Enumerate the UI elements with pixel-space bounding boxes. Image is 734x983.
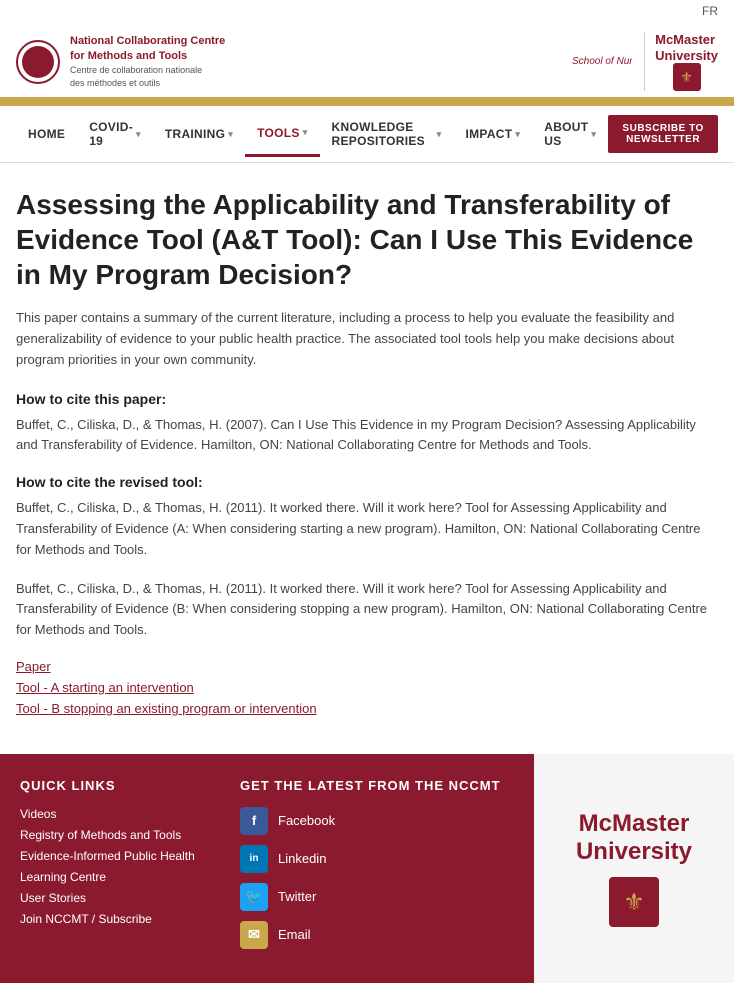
nav-impact[interactable]: IMPACT ▾: [454, 113, 533, 155]
cite-tool-a-text: Buffet, C., Ciliska, D., & Thomas, H. (2…: [16, 498, 718, 560]
footer-link-join[interactable]: Join NCCMT / Subscribe: [20, 912, 200, 926]
logo-brand: National Collaborating Centrefor Methods…: [70, 34, 225, 65]
main-content: Assessing the Applicability and Transfer…: [0, 163, 734, 754]
footer-crest: ⚜: [609, 877, 659, 927]
twitter-label: Twitter: [278, 889, 316, 904]
main-nav: HOME COVID-19 ▾ TRAINING ▾ TOOLS ▾ KNOWL…: [0, 106, 734, 163]
footer-latest: GET THE LATEST FROM THE NCCMT f Facebook…: [220, 754, 534, 983]
logo-text: National Collaborating Centrefor Methods…: [70, 34, 225, 90]
header: National Collaborating Centrefor Methods…: [0, 22, 734, 100]
social-email[interactable]: ✉ Email: [240, 921, 514, 949]
quick-links-heading: QUICK LINKS: [20, 778, 200, 793]
subscribe-button[interactable]: SUBSCRIBE TO NEWSLETTER: [608, 115, 718, 153]
school-nursing-logo: School of Nursing: [572, 51, 632, 72]
footer-link-videos[interactable]: Videos: [20, 807, 200, 821]
nav-subscribe: SUBSCRIBE TO NEWSLETTER: [608, 115, 718, 153]
social-linkedin[interactable]: in Linkedin: [240, 845, 514, 873]
svg-text:School of Nursing: School of Nursing: [572, 56, 632, 67]
footer: QUICK LINKS Videos Registry of Methods a…: [0, 754, 734, 983]
email-label: Email: [278, 927, 311, 942]
school-label: School of Nursing: [572, 51, 632, 72]
mcmaster-text: McMasterUniversity: [655, 32, 718, 63]
nav-home[interactable]: HOME: [16, 113, 77, 155]
email-icon: ✉: [240, 921, 268, 949]
linkedin-icon: in: [240, 845, 268, 873]
nav-training[interactable]: TRAINING ▾: [153, 113, 245, 155]
crest-emblem-icon: ⚜: [623, 888, 645, 917]
footer-link-registry[interactable]: Registry of Methods and Tools: [20, 828, 200, 842]
social-twitter[interactable]: 🐦 Twitter: [240, 883, 514, 911]
lang-switcher: FR: [0, 0, 734, 22]
footer-latest-heading: GET THE LATEST FROM THE NCCMT: [240, 778, 514, 793]
footer-mcmaster: McMasterUniversity ⚜: [534, 754, 734, 983]
footer-link-user-stories[interactable]: User Stories: [20, 891, 200, 905]
chevron-down-icon: ▾: [437, 129, 442, 140]
mcmaster-crest: ⚜: [673, 63, 701, 91]
mcmaster-logo: McMasterUniversity ⚜: [644, 32, 718, 91]
lang-label[interactable]: FR: [702, 4, 718, 18]
nav-knowledge[interactable]: KNOWLEDGE REPOSITORIES ▾: [320, 106, 454, 162]
chevron-down-icon: ▾: [515, 129, 520, 140]
footer-mcmaster-text: McMasterUniversity: [576, 810, 692, 868]
link-paper[interactable]: Paper: [16, 659, 718, 674]
partner-logos: School of Nursing McMasterUniversity ⚜: [572, 32, 718, 91]
cite-tool-b-text: Buffet, C., Ciliska, D., & Thomas, H. (2…: [16, 579, 718, 641]
cite-tool-heading: How to cite the revised tool:: [16, 474, 718, 490]
page-title: Assessing the Applicability and Transfer…: [16, 187, 718, 292]
cite-paper-heading: How to cite this paper:: [16, 391, 718, 407]
nav-tools[interactable]: TOOLS ▾: [245, 112, 319, 157]
crest-icon: ⚜: [680, 69, 693, 86]
logo-circle: [16, 40, 60, 84]
chevron-down-icon: ▾: [136, 129, 141, 140]
chevron-down-icon: ▾: [303, 127, 308, 138]
facebook-label: Facebook: [278, 813, 335, 828]
chevron-down-icon: ▾: [228, 129, 233, 140]
facebook-icon: f: [240, 807, 268, 835]
nav-covid[interactable]: COVID-19 ▾: [77, 106, 153, 162]
cite-paper-text: Buffet, C., Ciliska, D., & Thomas, H. (2…: [16, 415, 718, 457]
twitter-icon: 🐦: [240, 883, 268, 911]
social-facebook[interactable]: f Facebook: [240, 807, 514, 835]
footer-quick-links: QUICK LINKS Videos Registry of Methods a…: [0, 754, 220, 983]
linkedin-label: Linkedin: [278, 851, 326, 866]
logo-sub: Centre de collaboration nationaledes mét…: [70, 64, 225, 89]
footer-link-eiph[interactable]: Evidence-Informed Public Health: [20, 849, 200, 863]
page-description: This paper contains a summary of the cur…: [16, 308, 718, 370]
footer-link-learning[interactable]: Learning Centre: [20, 870, 200, 884]
link-tool-a[interactable]: Tool - A starting an intervention: [16, 680, 718, 695]
nav-about[interactable]: ABOUT US ▾: [532, 106, 608, 162]
logo-area: National Collaborating Centrefor Methods…: [16, 34, 225, 90]
logo-icon: [22, 46, 54, 78]
chevron-down-icon: ▾: [591, 129, 596, 140]
link-tool-b[interactable]: Tool - B stopping an existing program or…: [16, 701, 718, 716]
